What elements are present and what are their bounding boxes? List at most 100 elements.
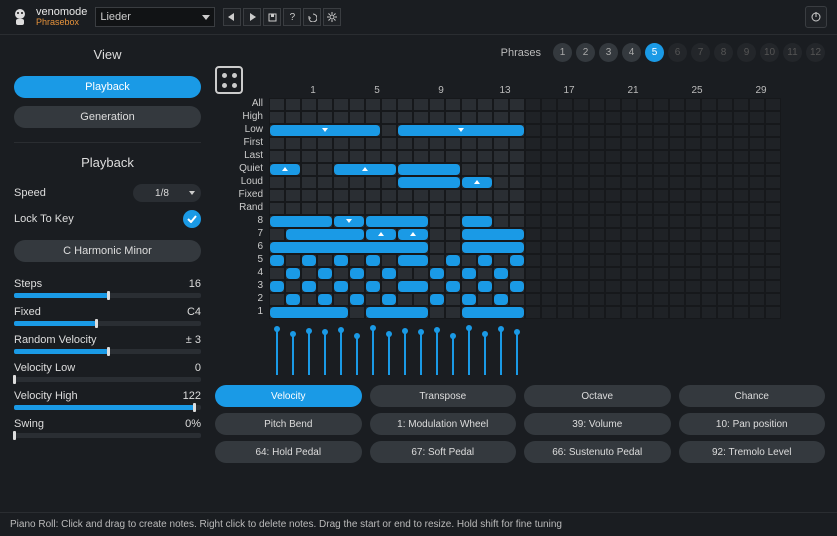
note[interactable] xyxy=(318,294,332,305)
settings-button[interactable] xyxy=(323,8,341,26)
note[interactable] xyxy=(366,255,380,266)
note[interactable] xyxy=(478,255,492,266)
note[interactable] xyxy=(286,268,300,279)
phrase-slot-6[interactable]: 6 xyxy=(668,43,687,62)
note[interactable] xyxy=(398,229,428,240)
velocity-stem[interactable] xyxy=(308,332,310,375)
note[interactable] xyxy=(350,268,364,279)
steps-slider[interactable] xyxy=(14,293,201,298)
lane-button[interactable]: 92: Tremolo Level xyxy=(679,441,826,463)
note[interactable] xyxy=(446,281,460,292)
note[interactable] xyxy=(510,281,524,292)
fixed-slider[interactable] xyxy=(14,321,201,326)
note[interactable] xyxy=(286,229,364,240)
note[interactable] xyxy=(366,216,428,227)
lane-button[interactable]: 66: Sustenuto Pedal xyxy=(524,441,671,463)
velocity-stem[interactable] xyxy=(276,330,278,375)
note[interactable] xyxy=(270,125,380,136)
note[interactable] xyxy=(430,268,444,279)
piano-roll[interactable] xyxy=(269,98,781,319)
phrase-slot-3[interactable]: 3 xyxy=(599,43,618,62)
lane-button[interactable]: Transpose xyxy=(370,385,517,407)
velocity-stem[interactable] xyxy=(516,333,518,375)
velocity-stem[interactable] xyxy=(420,333,422,375)
note[interactable] xyxy=(382,294,396,305)
note[interactable] xyxy=(366,307,428,318)
note[interactable] xyxy=(510,255,524,266)
velocity-stem[interactable] xyxy=(436,331,438,375)
note[interactable] xyxy=(366,229,396,240)
note[interactable] xyxy=(270,307,348,318)
lane-button[interactable]: Pitch Bend xyxy=(215,413,362,435)
note[interactable] xyxy=(430,294,444,305)
note[interactable] xyxy=(334,255,348,266)
lane-button[interactable]: 1: Modulation Wheel xyxy=(370,413,517,435)
prev-preset-button[interactable] xyxy=(223,8,241,26)
velocity-stem[interactable] xyxy=(372,329,374,375)
velocity-stem[interactable] xyxy=(452,337,454,375)
lane-button[interactable]: 64: Hold Pedal xyxy=(215,441,362,463)
tab-playback[interactable]: Playback xyxy=(14,76,201,98)
note[interactable] xyxy=(462,216,492,227)
help-button[interactable]: ? xyxy=(283,8,301,26)
note[interactable] xyxy=(462,294,476,305)
velocity-high-slider[interactable] xyxy=(14,405,201,410)
phrase-slot-2[interactable]: 2 xyxy=(576,43,595,62)
velocity-stem[interactable] xyxy=(500,330,502,375)
note[interactable] xyxy=(462,229,524,240)
note[interactable] xyxy=(270,216,332,227)
note[interactable] xyxy=(270,281,284,292)
swing-slider[interactable] xyxy=(14,433,201,438)
velocity-low-slider[interactable] xyxy=(14,377,201,382)
speed-dropdown[interactable]: 1/8 xyxy=(133,184,201,202)
note[interactable] xyxy=(302,255,316,266)
note[interactable] xyxy=(462,242,524,253)
note[interactable] xyxy=(366,281,380,292)
note[interactable] xyxy=(494,294,508,305)
lane-button[interactable]: 67: Soft Pedal xyxy=(370,441,517,463)
note[interactable] xyxy=(398,125,524,136)
note[interactable] xyxy=(462,177,492,188)
velocity-stem[interactable] xyxy=(404,332,406,375)
phrase-slot-8[interactable]: 8 xyxy=(714,43,733,62)
preset-select[interactable]: Lieder xyxy=(95,7,215,27)
note[interactable] xyxy=(398,281,428,292)
velocity-stem[interactable] xyxy=(340,331,342,375)
lane-button[interactable]: 10: Pan position xyxy=(679,413,826,435)
note[interactable] xyxy=(334,164,396,175)
velocity-lane[interactable] xyxy=(269,325,825,375)
note[interactable] xyxy=(350,294,364,305)
note[interactable] xyxy=(318,268,332,279)
note[interactable] xyxy=(398,255,428,266)
note[interactable] xyxy=(478,281,492,292)
save-button[interactable] xyxy=(263,8,281,26)
velocity-stem[interactable] xyxy=(324,333,326,375)
note[interactable] xyxy=(334,216,364,227)
velocity-stem[interactable] xyxy=(356,337,358,375)
note[interactable] xyxy=(270,255,284,266)
randomize-button[interactable] xyxy=(215,66,243,94)
phrase-slot-10[interactable]: 10 xyxy=(760,43,779,62)
lane-button[interactable]: Velocity xyxy=(215,385,362,407)
undo-button[interactable] xyxy=(303,8,321,26)
note[interactable] xyxy=(462,268,476,279)
velocity-stem[interactable] xyxy=(484,335,486,375)
velocity-stem[interactable] xyxy=(388,335,390,375)
random-velocity-slider[interactable] xyxy=(14,349,201,354)
tab-generation[interactable]: Generation xyxy=(14,106,201,128)
note[interactable] xyxy=(382,268,396,279)
velocity-stem[interactable] xyxy=(468,329,470,375)
note[interactable] xyxy=(302,281,316,292)
velocity-stem[interactable] xyxy=(292,335,294,375)
phrase-slot-5[interactable]: 5 xyxy=(645,43,664,62)
phrase-slot-12[interactable]: 12 xyxy=(806,43,825,62)
note[interactable] xyxy=(270,242,428,253)
lane-button[interactable]: Chance xyxy=(679,385,826,407)
lane-button[interactable]: 39: Volume xyxy=(524,413,671,435)
note[interactable] xyxy=(398,177,460,188)
note[interactable] xyxy=(462,307,524,318)
note[interactable] xyxy=(494,268,508,279)
note[interactable] xyxy=(446,255,460,266)
phrase-slot-1[interactable]: 1 xyxy=(553,43,572,62)
note[interactable] xyxy=(270,164,300,175)
